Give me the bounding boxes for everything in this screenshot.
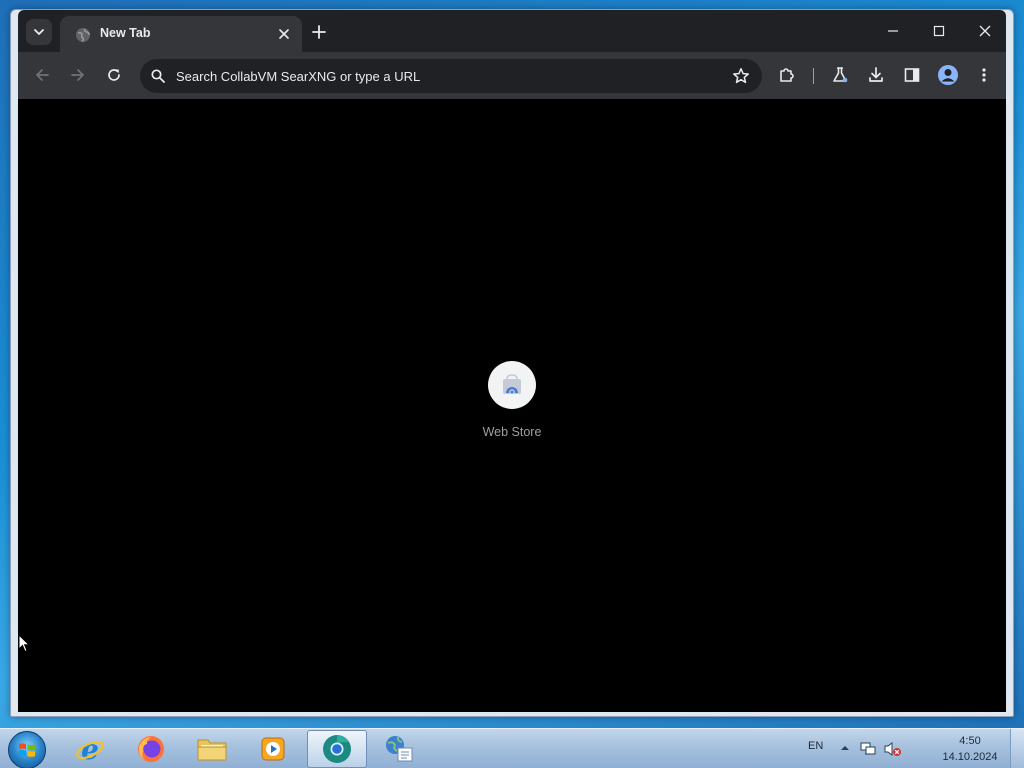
start-button[interactable] <box>8 731 46 768</box>
folder-icon <box>197 739 227 761</box>
toolbar-separator <box>813 68 814 84</box>
minimize-button[interactable] <box>881 21 905 41</box>
shortcut-web-store[interactable]: Web Store <box>472 361 552 451</box>
forward-button[interactable] <box>66 63 90 87</box>
network-app-icon <box>386 736 413 762</box>
download-icon <box>869 67 883 82</box>
side-panel-button[interactable] <box>900 63 924 87</box>
taskbar-network-app[interactable] <box>369 730 429 768</box>
shortcut-tile <box>488 361 536 409</box>
shortcut-label: Web Store <box>482 425 542 439</box>
close-window-button[interactable] <box>973 21 997 41</box>
labs-button[interactable] <box>828 63 852 87</box>
bookmark-star-icon[interactable] <box>732 67 750 85</box>
taskbar-internet-explorer[interactable]: e <box>60 730 120 768</box>
downloads-button[interactable] <box>864 63 888 87</box>
maximize-button[interactable] <box>927 21 951 41</box>
system-clock[interactable]: 4:50 14.10.2024 <box>930 733 1010 765</box>
tab-title: New Tab <box>100 26 151 40</box>
mouse-cursor-icon <box>18 634 30 653</box>
maximize-icon <box>933 25 945 37</box>
clock-time: 4:50 <box>959 735 981 747</box>
tab-close-button[interactable] <box>274 24 294 44</box>
more-vertical-icon <box>982 68 986 82</box>
browser-chrome: New Tab <box>18 10 1006 99</box>
webstore-icon <box>503 374 521 395</box>
taskbar-media-player[interactable] <box>243 730 303 768</box>
chromium-icon <box>323 735 351 763</box>
browser-window: New Tab Search CollabVM SearXNG or type … <box>10 9 1014 717</box>
new-tab-page: Web Store <box>18 99 1006 712</box>
tab-search-button[interactable] <box>26 19 52 45</box>
taskbar-chromium[interactable] <box>307 730 367 768</box>
language-indicator[interactable]: EN <box>808 740 823 752</box>
extensions-button[interactable] <box>775 63 799 87</box>
profile-button[interactable] <box>936 63 960 87</box>
flask-icon <box>833 67 848 83</box>
address-bar-input[interactable] <box>176 59 716 93</box>
taskbar-file-explorer[interactable] <box>182 730 242 768</box>
tab-strip: New Tab <box>18 10 1006 52</box>
chevron-down-icon <box>34 29 44 35</box>
volume-muted-icon[interactable] <box>884 741 902 757</box>
avatar-icon <box>938 65 958 85</box>
show-hidden-icons-icon[interactable] <box>840 743 850 753</box>
media-player-icon <box>261 737 285 761</box>
omnibox[interactable] <box>140 59 762 93</box>
side-panel-icon <box>904 68 920 82</box>
windows-logo-icon <box>19 743 35 757</box>
arrow-right-icon <box>71 69 84 81</box>
svg-text:e: e <box>81 734 99 764</box>
toolbar <box>18 52 1006 99</box>
ie-icon: e <box>76 734 104 764</box>
reload-button[interactable] <box>102 63 126 87</box>
globe-icon <box>76 28 91 43</box>
arrow-left-icon <box>36 69 49 81</box>
puzzle-icon <box>780 68 794 82</box>
new-tab-button[interactable] <box>310 23 328 41</box>
back-button[interactable] <box>30 63 54 87</box>
network-icon[interactable] <box>860 741 876 757</box>
firefox-icon <box>138 736 164 762</box>
close-icon <box>979 25 991 37</box>
plus-icon <box>312 25 326 39</box>
search-icon <box>151 69 165 83</box>
close-icon <box>279 29 289 39</box>
tab-new-tab[interactable]: New Tab <box>60 16 302 52</box>
clock-date: 14.10.2024 <box>942 751 998 763</box>
taskbar: e EN 4:50 14.10.2024 <box>0 728 1024 768</box>
menu-button[interactable] <box>972 63 996 87</box>
minimize-icon <box>888 30 898 32</box>
reload-icon <box>108 69 120 81</box>
taskbar-firefox[interactable] <box>121 730 181 768</box>
show-desktop-button[interactable] <box>1010 729 1024 768</box>
